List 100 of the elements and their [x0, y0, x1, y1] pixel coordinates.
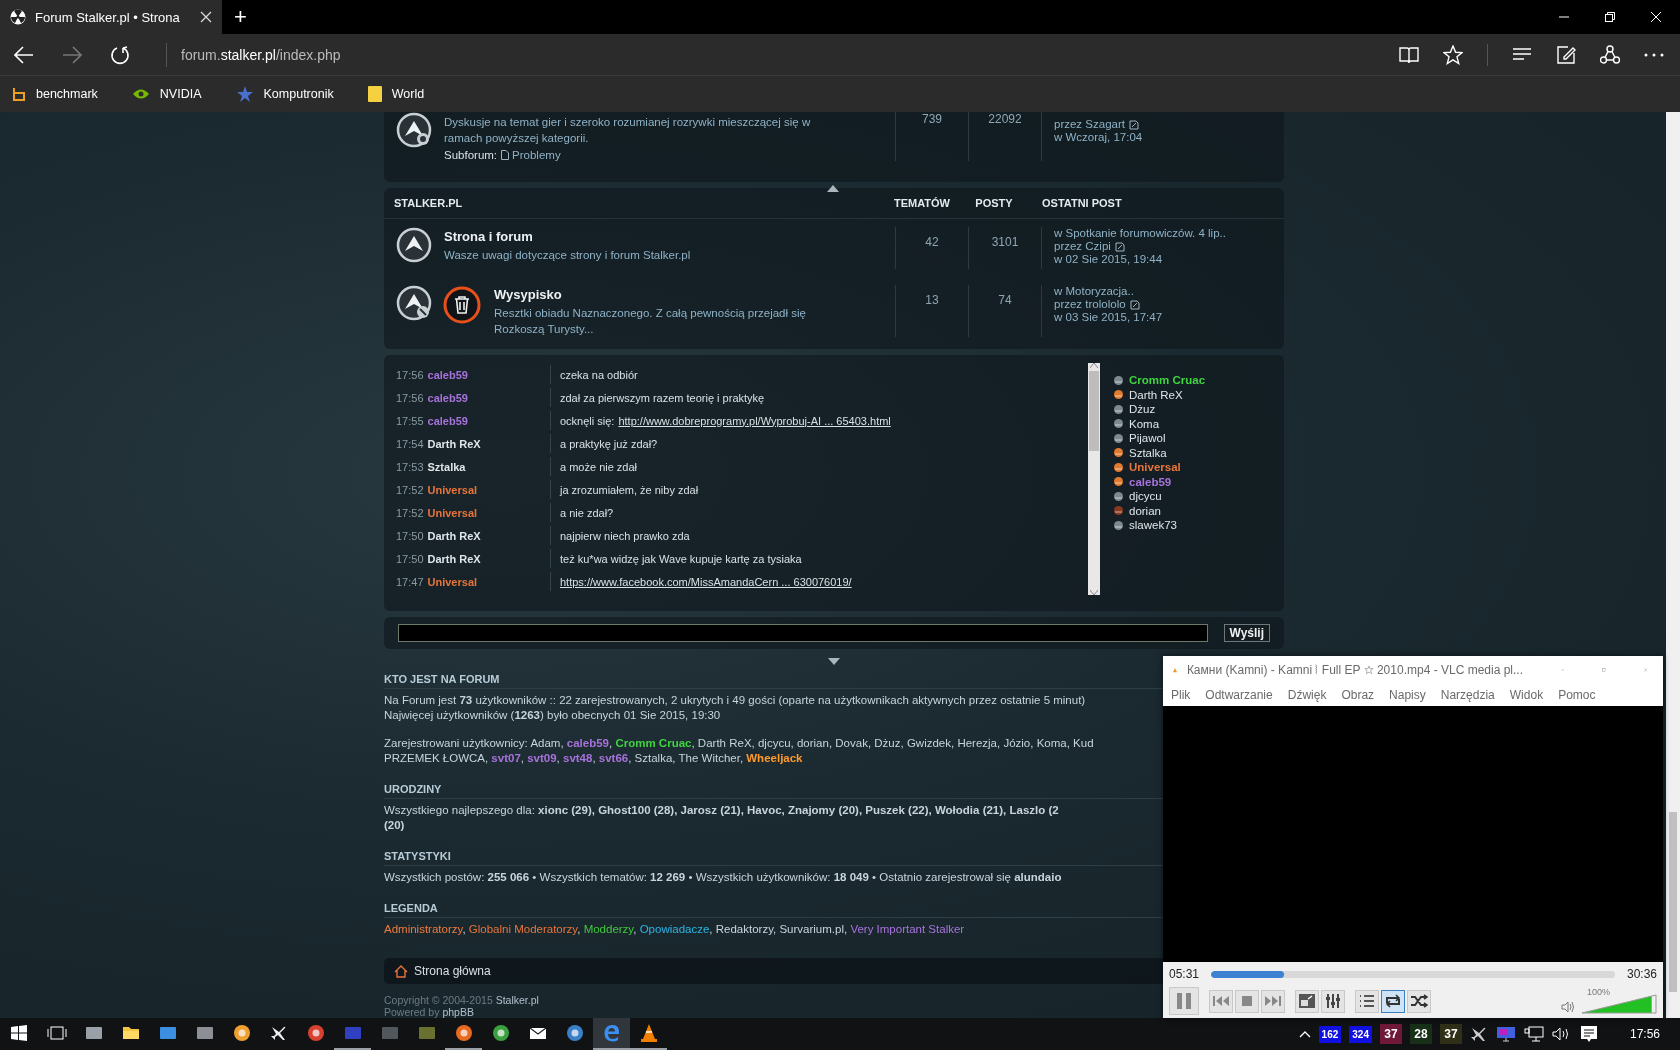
- browser-tab[interactable]: Forum Stalker.pl • Strona: [0, 0, 222, 34]
- last-post-topic[interactable]: w Motoryzacja..: [1054, 285, 1284, 298]
- online-user[interactable]: Dżuz: [1129, 403, 1156, 416]
- online-user[interactable]: Darth ReX: [1129, 388, 1183, 401]
- collapse-arrow-icon[interactable]: [827, 185, 839, 192]
- pause-button[interactable]: [1169, 987, 1199, 1015]
- airplane-icon[interactable]: [269, 1024, 288, 1042]
- airplane-icon[interactable]: [1469, 1025, 1488, 1043]
- back-arrow-icon[interactable]: [14, 45, 34, 64]
- phpbb-link[interactable]: phpBB: [442, 1006, 474, 1018]
- more-icon[interactable]: [1644, 51, 1664, 58]
- message-author[interactable]: caleb59: [427, 368, 468, 381]
- online-user[interactable]: Koma: [1129, 417, 1160, 430]
- app-icon[interactable]: [306, 1024, 325, 1042]
- message-author[interactable]: Darth ReX: [427, 437, 481, 450]
- star-icon[interactable]: [1443, 44, 1463, 65]
- site-link[interactable]: Stalker.pl: [495, 994, 539, 1006]
- message-author[interactable]: Darth ReX: [427, 552, 481, 565]
- app-icon[interactable]: [84, 1025, 103, 1041]
- app-icon[interactable]: [565, 1024, 584, 1042]
- subforum-link[interactable]: Problemy: [501, 149, 561, 161]
- bookmark[interactable]: benchmark: [12, 87, 112, 101]
- tray-counter[interactable]: 37: [1379, 1024, 1402, 1044]
- tray-counter[interactable]: 28: [1409, 1024, 1432, 1044]
- menu-item[interactable]: Pomoc: [1558, 688, 1596, 702]
- message-link[interactable]: http://www.dobreprogramy.pl/Wyprobuj-AI ... 65403.html: [618, 414, 891, 427]
- message-author[interactable]: Universal: [427, 483, 478, 496]
- restore-icon[interactable]: [1604, 11, 1616, 23]
- online-user[interactable]: Sztalka: [1129, 446, 1167, 459]
- tray-counter[interactable]: 37: [1439, 1024, 1462, 1044]
- bookmark[interactable]: World: [367, 86, 439, 102]
- windows-logo-icon[interactable]: [11, 1025, 27, 1041]
- last-post-topic[interactable]: w Spotkanie forumowiczów. 4 lip..: [1054, 227, 1284, 240]
- go-to-post-icon[interactable]: [1114, 241, 1125, 252]
- bookmark[interactable]: Komputronik: [235, 85, 348, 103]
- chevron-up-icon[interactable]: [1298, 1030, 1311, 1038]
- forward-arrow-icon[interactable]: [62, 45, 82, 64]
- close-icon[interactable]: [200, 11, 212, 23]
- share-icon[interactable]: [1600, 44, 1620, 65]
- book-icon[interactable]: [1399, 45, 1419, 64]
- message-author[interactable]: Universal: [427, 506, 478, 519]
- app-icon[interactable]: [454, 1024, 473, 1042]
- stop-button[interactable]: [1235, 989, 1259, 1013]
- edge-e-icon[interactable]: [602, 1024, 621, 1042]
- menu-item[interactable]: Napisy: [1389, 688, 1426, 702]
- online-user[interactable]: dorian: [1129, 504, 1161, 517]
- next-button[interactable]: [1261, 989, 1285, 1013]
- message-author[interactable]: caleb59: [427, 391, 468, 404]
- playlist-button[interactable]: [1355, 989, 1379, 1013]
- go-to-post-icon[interactable]: [1129, 299, 1140, 310]
- refresh-icon[interactable]: [110, 44, 130, 65]
- send-button[interactable]: Wyślij: [1223, 624, 1270, 642]
- clock[interactable]: 17:56: [1629, 1027, 1660, 1041]
- scroll-up-icon[interactable]: [1090, 363, 1098, 368]
- last-post-author[interactable]: przez Czipi: [1054, 240, 1111, 253]
- monitor-icon[interactable]: [1495, 1026, 1516, 1042]
- menu-item[interactable]: Narzędzia: [1440, 688, 1495, 702]
- menu-item[interactable]: Dźwięk: [1287, 688, 1327, 702]
- loop-button[interactable]: [1381, 989, 1405, 1013]
- seek-bar[interactable]: [1211, 970, 1615, 978]
- message-link[interactable]: https://www.facebook.com/MissAmandaCern ... 630076019/: [560, 575, 852, 588]
- tray-counter[interactable]: 324: [1349, 1025, 1372, 1043]
- folder-icon[interactable]: [121, 1025, 140, 1041]
- last-post-author[interactable]: przez trolololo: [1054, 298, 1126, 311]
- tray-counter[interactable]: 162: [1318, 1025, 1342, 1043]
- scrollbar[interactable]: [1088, 363, 1100, 595]
- new-tab-button[interactable]: +: [234, 4, 247, 30]
- menu-item[interactable]: Odtwarzanie: [1205, 688, 1273, 702]
- go-to-post-icon[interactable]: [1128, 119, 1139, 130]
- fullscreen-button[interactable]: [1295, 989, 1319, 1013]
- bookmark[interactable]: NVIDIA: [131, 87, 216, 101]
- notification-icon[interactable]: [1579, 1025, 1598, 1043]
- chat-input-field[interactable]: [398, 624, 1208, 642]
- menu-item[interactable]: Widok: [1509, 688, 1544, 702]
- menu-item[interactable]: Obraz: [1341, 688, 1375, 702]
- forum-title[interactable]: Strona i forum: [444, 229, 895, 244]
- address-field[interactable]: forum.stalker.pl/index.php: [166, 42, 341, 67]
- app-icon[interactable]: [232, 1024, 251, 1042]
- online-user[interactable]: caleb59: [1129, 475, 1172, 488]
- forum-title[interactable]: Wysypisko: [494, 287, 895, 302]
- network-icon[interactable]: [1523, 1026, 1544, 1042]
- message-author[interactable]: Darth ReX: [427, 529, 481, 542]
- volume-slider[interactable]: [1581, 994, 1657, 1014]
- online-user[interactable]: Cromm Cruac: [1129, 374, 1206, 387]
- online-user[interactable]: djcycu: [1129, 490, 1162, 503]
- shuffle-button[interactable]: [1407, 989, 1431, 1013]
- task-view-icon[interactable]: [46, 1025, 67, 1041]
- category-title[interactable]: STALKER.PL: [394, 197, 886, 209]
- message-author[interactable]: Sztalka: [427, 460, 466, 473]
- message-author[interactable]: Universal: [427, 575, 478, 588]
- menu-item[interactable]: Plik: [1171, 688, 1191, 702]
- traffic-cone-icon[interactable]: [640, 1024, 657, 1042]
- app-icon[interactable]: [491, 1024, 510, 1042]
- envelope-icon[interactable]: [528, 1026, 547, 1040]
- home-link[interactable]: Strona główna: [394, 964, 491, 978]
- message-author[interactable]: caleb59: [427, 414, 468, 427]
- last-post-author[interactable]: przez Szagart: [1054, 118, 1125, 131]
- hub-icon[interactable]: [1512, 46, 1532, 63]
- prev-button[interactable]: [1209, 989, 1233, 1013]
- online-user[interactable]: Pijawol: [1129, 432, 1166, 445]
